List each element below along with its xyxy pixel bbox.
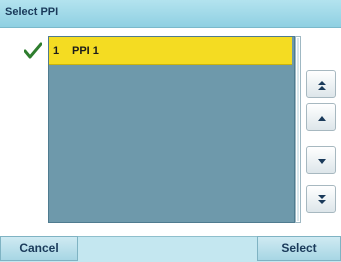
cancel-button[interactable]: Cancel	[0, 236, 78, 261]
scroll-to-bottom-button[interactable]	[306, 185, 336, 213]
scrollbar-thumb[interactable]	[297, 38, 299, 221]
double-chevron-down-icon	[318, 195, 326, 204]
scroll-up-button[interactable]	[306, 103, 336, 131]
list-item[interactable]: 1 PPI 1	[49, 37, 292, 65]
chevron-down-icon	[318, 159, 326, 164]
list-item-number: 1	[53, 45, 60, 57]
select-button[interactable]: Select	[257, 236, 341, 261]
scrollbar[interactable]	[295, 36, 301, 223]
page-title: Select PPI	[5, 6, 59, 18]
double-chevron-up-icon	[318, 81, 326, 90]
title-bar: Select PPI	[0, 0, 341, 28]
chevron-up-icon	[318, 116, 326, 121]
ppi-list[interactable]: 1 PPI 1	[48, 36, 295, 223]
list-item-label: PPI 1	[72, 45, 99, 57]
scroll-to-top-button[interactable]	[306, 70, 336, 98]
checkmark-icon	[24, 42, 42, 59]
scroll-down-button[interactable]	[306, 146, 336, 174]
